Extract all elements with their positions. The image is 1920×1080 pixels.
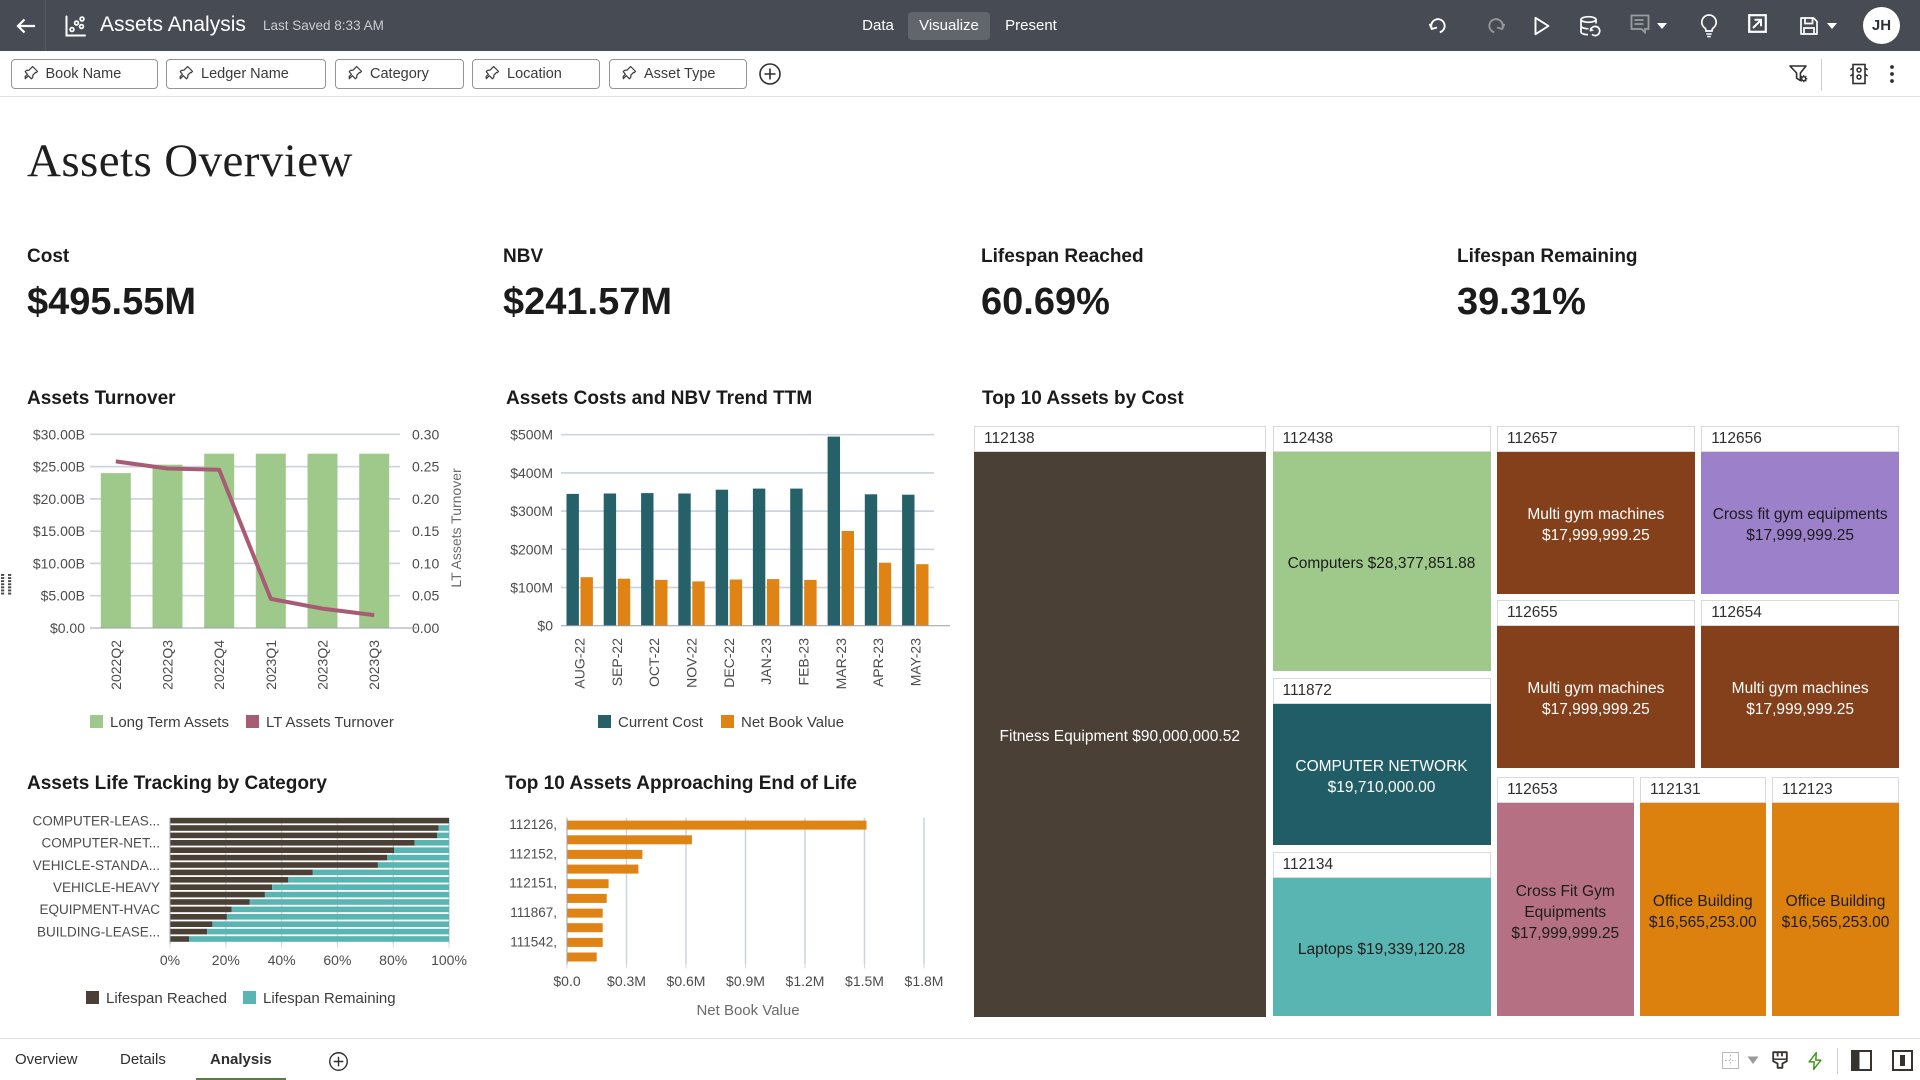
svg-text:2023Q1: 2023Q1 [263, 640, 279, 690]
svg-text:$400M: $400M [510, 465, 553, 481]
svg-text:$5.00B: $5.00B [41, 588, 85, 604]
svg-text:APR-23: APR-23 [870, 638, 886, 687]
svg-text:Current Cost: Current Cost [618, 714, 704, 731]
svg-text:$0.3M: $0.3M [607, 973, 646, 989]
svg-text:112151,: 112151, [509, 876, 557, 891]
svg-text:$1.2M: $1.2M [786, 973, 825, 989]
svg-text:$100M: $100M [510, 580, 553, 596]
svg-text:$1.5M: $1.5M [845, 973, 884, 989]
svg-text:LT Assets Turnover: LT Assets Turnover [266, 714, 394, 731]
svg-text:MAR-23: MAR-23 [833, 638, 849, 690]
svg-text:$1.8M: $1.8M [905, 973, 944, 989]
svg-text:60%: 60% [323, 952, 351, 968]
svg-text:NOV-22: NOV-22 [684, 638, 700, 688]
svg-text:DEC-22: DEC-22 [721, 638, 737, 688]
svg-text:0.15: 0.15 [412, 523, 439, 539]
svg-text:VEHICLE-STANDA...: VEHICLE-STANDA... [33, 858, 160, 873]
svg-text:$0.9M: $0.9M [726, 973, 765, 989]
svg-text:Lifespan Reached: Lifespan Reached [106, 990, 227, 1007]
svg-text:0.30: 0.30 [412, 426, 439, 442]
svg-text:SEP-22: SEP-22 [609, 638, 625, 686]
svg-text:112126,: 112126, [509, 817, 557, 832]
svg-text:$15.00B: $15.00B [33, 523, 85, 539]
svg-text:100%: 100% [431, 952, 467, 968]
svg-text:111867,: 111867, [510, 905, 557, 920]
svg-text:EQUIPMENT-HVAC: EQUIPMENT-HVAC [39, 902, 160, 917]
svg-text:2022Q4: 2022Q4 [211, 640, 227, 690]
svg-text:$10.00B: $10.00B [33, 555, 85, 571]
svg-text:0.20: 0.20 [412, 491, 439, 507]
svg-text:40%: 40% [268, 952, 296, 968]
svg-text:0.10: 0.10 [412, 555, 439, 571]
svg-text:LT Assets Turnover: LT Assets Turnover [448, 468, 464, 588]
svg-text:2022Q2: 2022Q2 [108, 640, 124, 690]
svg-text:2023Q2: 2023Q2 [315, 640, 331, 690]
svg-text:COMPUTER-NET...: COMPUTER-NET... [41, 836, 160, 851]
svg-text:0.25: 0.25 [412, 459, 439, 475]
svg-text:Net Book Value: Net Book Value [741, 714, 844, 731]
svg-text:0.05: 0.05 [412, 588, 439, 604]
svg-text:$300M: $300M [510, 503, 553, 519]
svg-text:JAN-23: JAN-23 [758, 638, 774, 685]
svg-text:2022Q3: 2022Q3 [160, 640, 176, 690]
svg-text:0%: 0% [160, 952, 180, 968]
svg-text:MAY-23: MAY-23 [907, 638, 923, 686]
svg-text:$200M: $200M [510, 541, 553, 557]
svg-text:$30.00B: $30.00B [33, 426, 85, 442]
svg-text:FEB-23: FEB-23 [795, 638, 811, 686]
svg-text:Long Term Assets: Long Term Assets [110, 714, 229, 731]
svg-text:$500M: $500M [510, 427, 553, 443]
svg-text:Net Book Value: Net Book Value [696, 1002, 799, 1019]
svg-text:BUILDING-LEASE...: BUILDING-LEASE... [37, 924, 160, 939]
svg-text:$0: $0 [537, 618, 553, 634]
svg-text:80%: 80% [379, 952, 407, 968]
svg-text:20%: 20% [212, 952, 240, 968]
svg-text:OCT-22: OCT-22 [646, 638, 662, 687]
svg-text:COMPUTER-LEAS...: COMPUTER-LEAS... [32, 813, 160, 828]
svg-text:$0.0: $0.0 [553, 973, 580, 989]
svg-text:$0.00: $0.00 [50, 620, 85, 636]
svg-text:Lifespan Remaining: Lifespan Remaining [263, 990, 396, 1007]
svg-text:VEHICLE-HEAVY: VEHICLE-HEAVY [53, 880, 160, 895]
svg-text:111542,: 111542, [510, 934, 557, 949]
svg-text:112152,: 112152, [509, 846, 557, 861]
svg-text:$25.00B: $25.00B [33, 459, 85, 475]
svg-text:AUG-22: AUG-22 [572, 638, 588, 689]
svg-text:$20.00B: $20.00B [33, 491, 85, 507]
svg-text:2023Q3: 2023Q3 [366, 640, 382, 690]
svg-text:$0.6M: $0.6M [667, 973, 706, 989]
